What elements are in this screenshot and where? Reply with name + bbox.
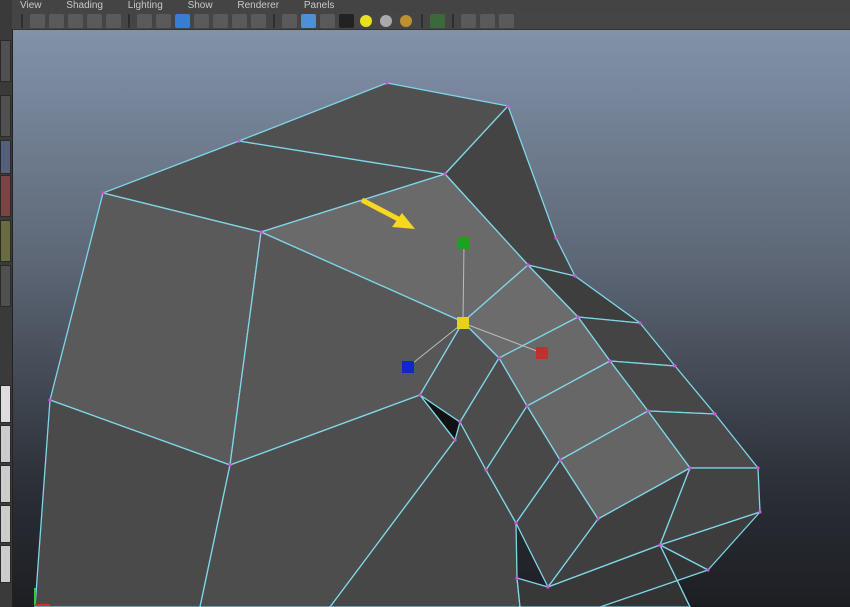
share-icon[interactable] (499, 13, 514, 28)
textured-icon[interactable] (339, 13, 354, 28)
toolbar-separator (452, 13, 454, 28)
mesh-vertex[interactable] (596, 517, 600, 521)
shadows-icon[interactable] (400, 14, 412, 27)
toolbar-separator (273, 13, 275, 28)
toolbar-separator (421, 13, 423, 28)
mesh-view[interactable] (13, 30, 850, 607)
wireframe-icon[interactable] (282, 13, 297, 28)
mesh-vertex[interactable] (526, 263, 530, 267)
resolution-gate-icon[interactable] (175, 13, 190, 28)
mesh-vertex[interactable] (646, 409, 650, 413)
menu-lighting[interactable]: Lighting (128, 0, 163, 12)
mesh-vertex[interactable] (713, 412, 717, 416)
mesh-vertex[interactable] (558, 458, 562, 462)
mesh-vertex[interactable] (259, 230, 263, 234)
tool-button[interactable] (0, 175, 11, 217)
gizmo-y-handle[interactable] (458, 237, 470, 249)
smooth-shade-icon[interactable] (301, 13, 316, 28)
mesh-vertex[interactable] (546, 585, 550, 589)
menu-show[interactable]: Show (188, 0, 213, 12)
mesh-vertex[interactable] (228, 463, 232, 467)
mesh-vertex[interactable] (385, 81, 389, 85)
toolbar-separator (128, 13, 130, 28)
default-lighting-icon[interactable] (360, 14, 372, 27)
tool-button[interactable] (0, 95, 11, 137)
mesh-vertex[interactable] (638, 321, 642, 325)
all-lights-icon[interactable] (380, 14, 392, 27)
panel-menu-bar: View Shading Lighting Show Renderer Pane… (12, 0, 850, 12)
mesh-vertex[interactable] (758, 510, 762, 514)
camera-bookmarks-icon[interactable] (49, 13, 64, 28)
mesh-vertex[interactable] (525, 404, 529, 408)
gate-mask-icon[interactable] (194, 13, 209, 28)
grid-icon[interactable] (137, 13, 152, 28)
safe-action-icon[interactable] (232, 13, 247, 28)
mesh-vertex[interactable] (706, 568, 710, 572)
layout-button[interactable] (0, 505, 11, 543)
gizmo-x-handle[interactable] (536, 347, 548, 359)
isolate-select-icon[interactable] (430, 13, 445, 28)
toolbar-separator (21, 13, 23, 28)
mesh-vertex[interactable] (48, 398, 52, 402)
safe-title-icon[interactable] (251, 13, 266, 28)
tool-button[interactable] (0, 220, 11, 262)
grease-pencil-icon[interactable] (106, 13, 121, 28)
mesh-vertex[interactable] (237, 139, 241, 143)
xray-icon[interactable] (461, 13, 476, 28)
film-gate-icon[interactable] (156, 13, 171, 28)
gizmo-center-handle[interactable] (457, 317, 469, 329)
mesh-vertex[interactable] (484, 468, 488, 472)
gizmo-z-handle[interactable] (402, 361, 414, 373)
menu-panels[interactable]: Panels (304, 0, 335, 12)
layout-button[interactable] (0, 425, 11, 463)
menu-view[interactable]: View (20, 0, 42, 12)
layout-button[interactable] (0, 465, 11, 503)
mesh-vertex[interactable] (497, 356, 501, 360)
mesh-vertex[interactable] (418, 393, 422, 397)
mesh-vertex[interactable] (658, 543, 662, 547)
field-chart-icon[interactable] (213, 13, 228, 28)
mesh-vertex[interactable] (458, 420, 462, 424)
left-toolbox (0, 0, 13, 607)
image-plane-icon[interactable] (68, 13, 83, 28)
menu-shading[interactable]: Shading (66, 0, 103, 12)
mesh-vertex[interactable] (688, 466, 692, 470)
wireframe-on-shaded-icon[interactable] (320, 13, 335, 28)
mesh-vertex[interactable] (515, 576, 519, 580)
menu-renderer[interactable]: Renderer (237, 0, 279, 12)
tool-button[interactable] (0, 140, 11, 174)
2d-pan-zoom-icon[interactable] (87, 13, 102, 28)
mesh-vertex[interactable] (756, 466, 760, 470)
tool-button[interactable] (0, 40, 11, 82)
mesh-vertex[interactable] (673, 364, 677, 368)
mesh-vertex[interactable] (101, 191, 105, 195)
mesh-vertex[interactable] (514, 521, 518, 525)
mesh-vertex[interactable] (443, 172, 447, 176)
mesh-vertex[interactable] (453, 438, 457, 442)
tool-button[interactable] (0, 265, 11, 307)
mesh-vertex[interactable] (608, 359, 612, 363)
xray-joints-icon[interactable] (480, 13, 495, 28)
mesh-vertex[interactable] (576, 315, 580, 319)
layout-button[interactable] (0, 545, 11, 583)
mesh-vertex[interactable] (506, 104, 510, 108)
layout-button[interactable] (0, 385, 11, 423)
3d-viewport[interactable] (13, 30, 850, 607)
panel-toolbar (12, 12, 850, 30)
mesh-vertex[interactable] (554, 236, 558, 240)
camera-attributes-icon[interactable] (30, 13, 45, 28)
mesh-vertex[interactable] (573, 274, 577, 278)
